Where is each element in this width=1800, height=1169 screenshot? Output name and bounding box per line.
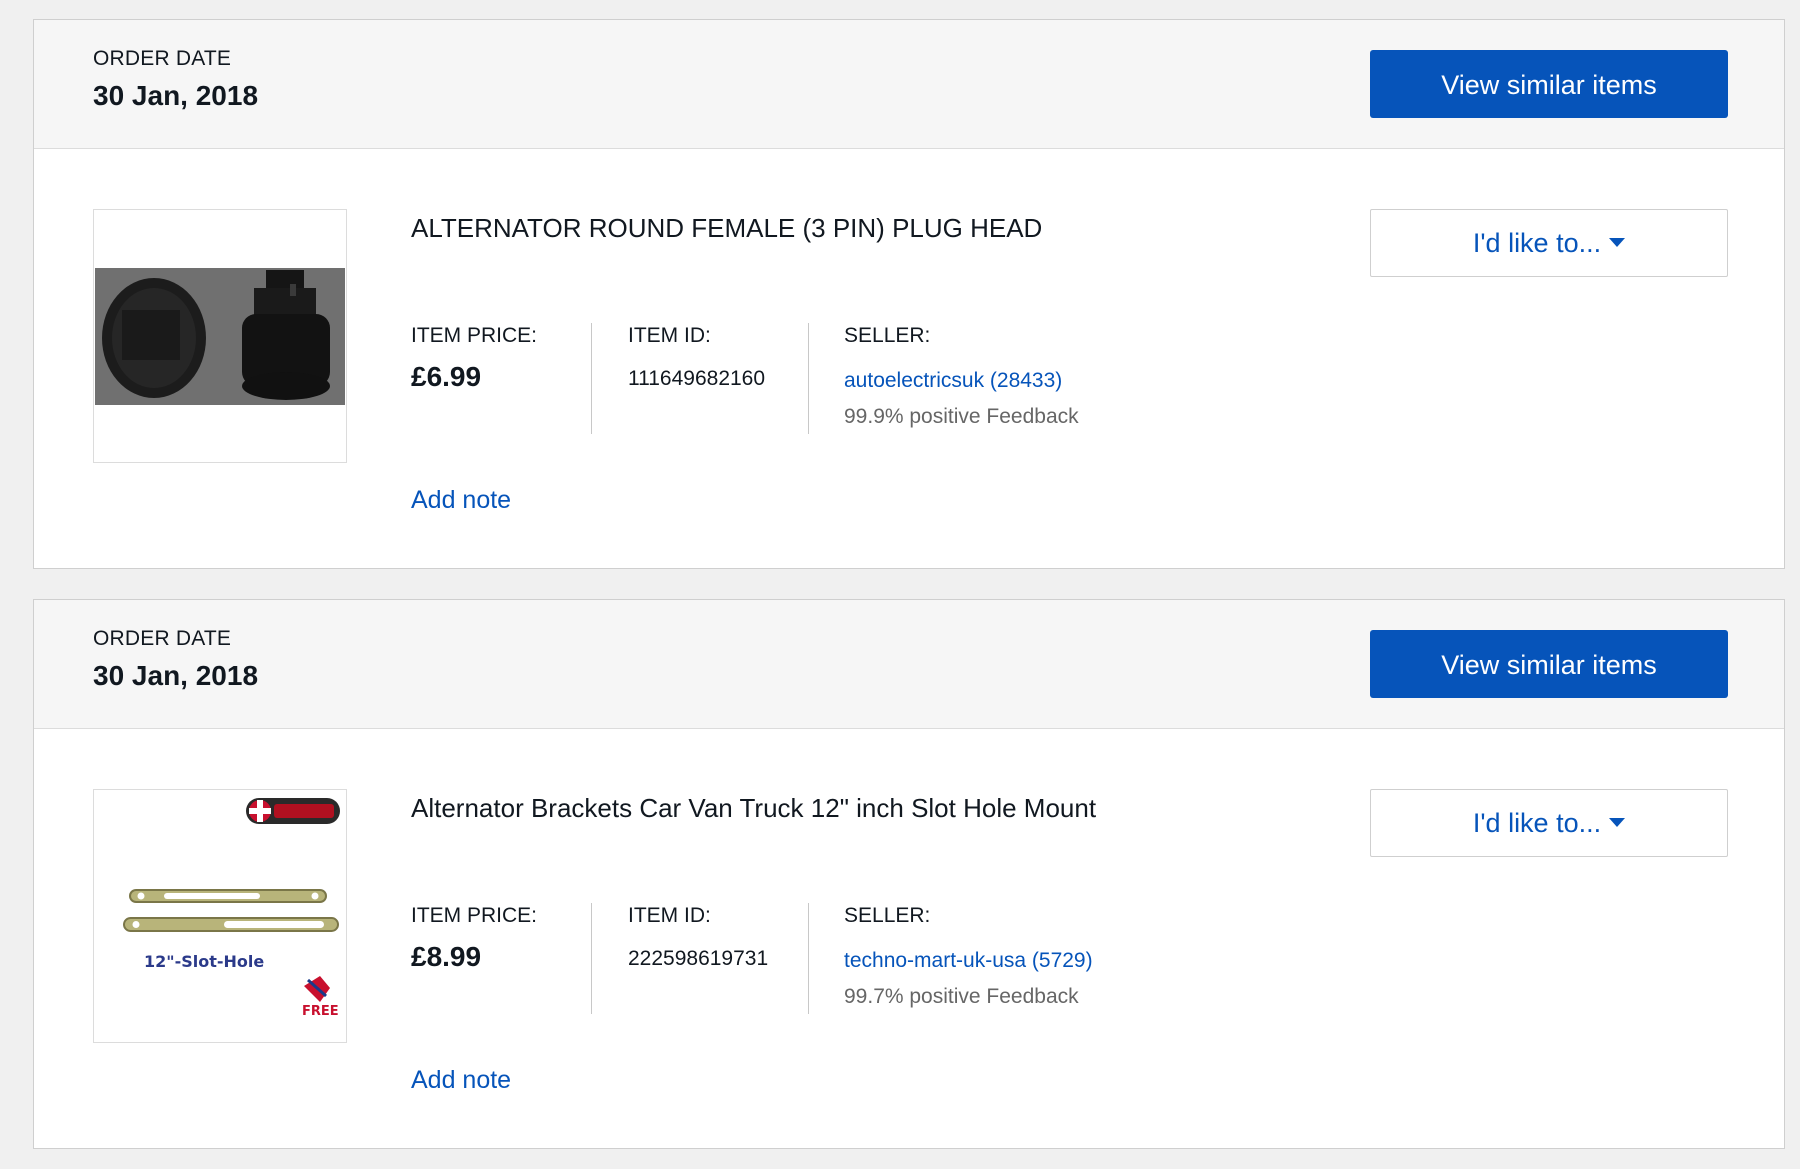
plug-head-photo-icon [94,210,346,462]
thumbnail-caption: 12"-Slot-Hole [144,952,265,971]
order-card: ORDER DATE 30 Jan, 2018 View similar ite… [33,19,1785,569]
divider [591,903,592,1014]
divider [808,903,809,1014]
caret-down-icon [1609,238,1626,248]
item-price-label: ITEM PRICE: [411,324,538,347]
id-like-to-dropdown[interactable]: I'd like to... [1370,209,1728,277]
order-date: 30 Jan, 2018 [93,660,259,691]
free-delivery-badge: FREE [302,1004,339,1019]
order-item: 12"-Slot-Hole FREE Alternator Brackets C… [34,729,1784,1148]
divider [591,323,592,434]
seller-feedback: 99.9% positive Feedback [844,405,1079,428]
item-thumbnail[interactable]: 12"-Slot-Hole FREE [93,789,347,1043]
order-date: 30 Jan, 2018 [93,80,259,111]
seller-link[interactable]: autoelectricsuk (28433) [844,369,1062,393]
item-id-label: ITEM ID: [628,324,711,347]
item-price-label: ITEM PRICE: [411,904,538,927]
divider [808,323,809,434]
order-header: ORDER DATE 30 Jan, 2018 View similar ite… [34,20,1784,149]
seller-label: SELLER: [844,904,931,927]
item-price: £8.99 [411,941,482,972]
seller-label: SELLER: [844,324,931,347]
seller-feedback: 99.7% positive Feedback [844,985,1079,1008]
view-similar-items-button[interactable]: View similar items [1370,630,1728,698]
order-card: ORDER DATE 30 Jan, 2018 View similar ite… [33,599,1785,1149]
seller-link[interactable]: techno-mart-uk-usa (5729) [844,949,1093,973]
dropdown-label: I'd like to... [1472,228,1602,258]
item-thumbnail[interactable] [93,209,347,463]
dropdown-label: I'd like to... [1472,808,1602,838]
item-id-label: ITEM ID: [628,904,711,927]
order-date-label: ORDER DATE [93,47,232,70]
id-like-to-dropdown[interactable]: I'd like to... [1370,789,1728,857]
view-similar-items-button[interactable]: View similar items [1370,50,1728,118]
add-note-link[interactable]: Add note [411,486,511,515]
order-date-label: ORDER DATE [93,627,232,650]
caret-down-icon [1609,818,1626,828]
item-id: 111649682160 [628,367,766,390]
item-price: £6.99 [411,361,482,392]
item-title[interactable]: ALTERNATOR ROUND FEMALE (3 PIN) PLUG HEA… [411,213,1042,244]
item-title[interactable]: Alternator Brackets Car Van Truck 12" in… [411,793,1096,824]
add-note-link[interactable]: Add note [411,1066,511,1095]
order-header: ORDER DATE 30 Jan, 2018 View similar ite… [34,600,1784,729]
order-item: ALTERNATOR ROUND FEMALE (3 PIN) PLUG HEA… [34,149,1784,568]
item-id: 222598619731 [628,947,769,970]
